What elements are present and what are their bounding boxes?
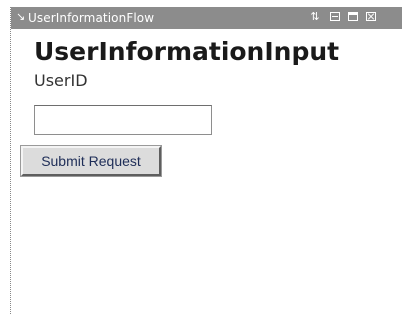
minimize-icon[interactable] — [329, 10, 341, 24]
portlet-title: UserInformationFlow — [28, 11, 155, 25]
userid-input[interactable] — [34, 105, 212, 135]
portlet-titlebar: ↘ UserInformationFlow ⇅ — [11, 7, 402, 29]
portlet-window: ↘ UserInformationFlow ⇅ UserInformationI… — [10, 7, 402, 314]
maximize-icon[interactable] — [347, 10, 359, 24]
form-heading: UserInformationInput — [34, 37, 340, 66]
userid-label: UserID — [34, 71, 88, 90]
close-icon[interactable] — [365, 10, 377, 24]
submit-request-button[interactable]: Submit Request — [20, 145, 162, 177]
collapse-arrow-icon[interactable]: ↘ — [16, 10, 25, 24]
reorder-arrows-icon[interactable]: ⇅ — [309, 10, 321, 24]
